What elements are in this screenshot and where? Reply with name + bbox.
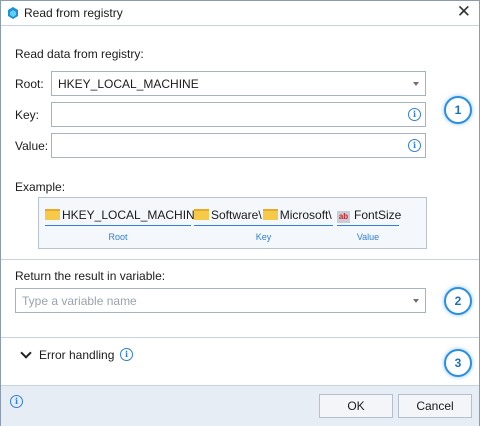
value-input[interactable]: i [51, 133, 426, 158]
chevron-down-icon[interactable] [413, 82, 419, 86]
root-label: Root: [15, 77, 44, 91]
caption-root: Root [108, 232, 128, 242]
error-handling-label[interactable]: Error handling [39, 348, 114, 362]
step-badge-2: 2 [444, 287, 472, 315]
key-underline [194, 225, 333, 226]
variable-placeholder: Type a variable name [22, 294, 137, 308]
example-root-text: HKEY_LOCAL_MACHINE\ [62, 208, 207, 222]
string-value-icon: ab [337, 211, 350, 223]
info-icon[interactable]: i [10, 395, 23, 408]
folder-icon [45, 209, 60, 220]
key-input[interactable]: i [51, 102, 426, 127]
step-badge-3: 3 [444, 349, 472, 377]
close-icon[interactable]: ✕ [457, 3, 471, 21]
root-value: HKEY_LOCAL_MACHINE [58, 77, 199, 91]
chevron-down-icon[interactable] [413, 299, 419, 303]
root-dropdown[interactable]: HKEY_LOCAL_MACHINE [51, 71, 426, 96]
caption-key: Key [255, 232, 272, 242]
step-badge-1: 1 [444, 96, 472, 124]
section-heading: Read data from registry: [15, 47, 144, 61]
result-section: Return the result in variable: Type a va… [1, 259, 479, 337]
root-underline [45, 225, 191, 226]
example-value: ab FontSize [337, 208, 401, 223]
example-key-part1: Software\ [211, 208, 262, 222]
example-key-part2: Microsoft\ [279, 208, 332, 222]
dialog-window: Read from registry ✕ Read data from regi… [0, 0, 480, 426]
example-label: Example: [15, 180, 66, 194]
example-box: HKEY_LOCAL_MACHINE\ Software\ Microsoft\ … [38, 197, 427, 249]
footer-bar: i OK Cancel [1, 385, 479, 426]
example-key: Software\ Microsoft\ [194, 208, 332, 223]
folder-icon [262, 209, 278, 220]
folder-icon [194, 209, 209, 220]
value-underline [337, 225, 399, 226]
dialog-title: Read from registry [24, 6, 123, 20]
variable-dropdown[interactable]: Type a variable name [15, 288, 426, 313]
app-icon [8, 7, 18, 19]
value-label: Value: [15, 139, 49, 153]
caption-value: Value [356, 232, 380, 242]
result-label: Return the result in variable: [15, 269, 166, 283]
example-value-text: FontSize [354, 208, 402, 222]
ok-button[interactable]: OK [319, 394, 393, 418]
info-icon[interactable]: i [120, 348, 133, 361]
key-label: Key: [15, 108, 40, 122]
info-icon[interactable]: i [408, 108, 421, 121]
cancel-button[interactable]: Cancel [398, 394, 472, 418]
info-icon[interactable]: i [408, 139, 421, 152]
title-bar: Read from registry ✕ [1, 1, 479, 25]
example-root: HKEY_LOCAL_MACHINE\ [45, 208, 206, 223]
